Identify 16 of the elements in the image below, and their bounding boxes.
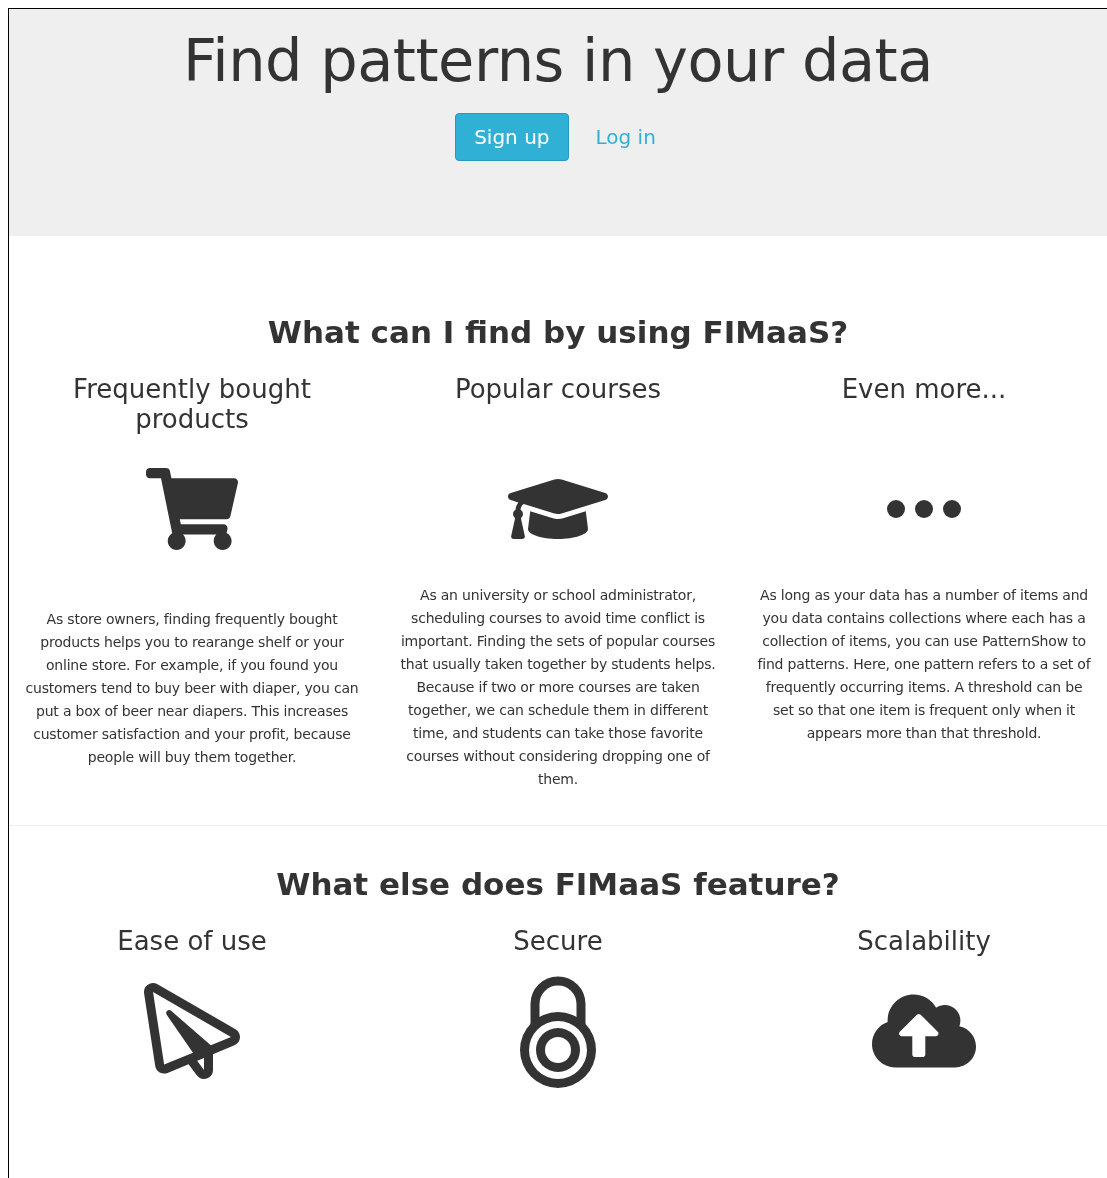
sign-up-button[interactable]: Sign up — [455, 113, 569, 161]
feature-title: Scalability — [857, 926, 991, 956]
paper-plane-icon — [144, 983, 240, 1079]
feature-title: Frequently bought products — [72, 374, 312, 434]
feature-title: Ease of use — [117, 926, 267, 956]
feature-description: As long as your data has a number of items and you data contains collections where each has a collection of items, you can use PatternShow to find patterns. Here, one pattern refers to a set of frequently occurring items. A threshold can be set so that one item is frequent only when it appears more than that threshold. — [757, 586, 1091, 743]
feature-title: Popular courses — [454, 374, 662, 406]
log-in-link[interactable]: Log in — [590, 113, 661, 161]
hero-title: Find patterns in your data — [183, 25, 933, 97]
feature-description: As store owners, finding frequently bought products helps you to rearange shelf or your online store. For example, if you found you customers tend to buy beer with diaper, you can put a box of beer near diapers. This increases customer satisfaction and your profit, because people will buy them together. — [25, 610, 359, 767]
section-heading: What can I find by using FIMaaS? — [267, 314, 849, 350]
section-heading: What else does FIMaaS feature? — [276, 866, 840, 902]
feature-title: Even more... — [841, 374, 1007, 406]
dots-icon — [886, 499, 962, 519]
feature-title: Secure — [513, 926, 603, 956]
feature-description: As an university or school administrator, scheduling courses to avoid time conflict is important. Finding the sets of popular courses that usually taken together by students helps. Because if two or more courses are taken together, we can schedule them in different time, and students can take those favorite courses without considering dropping one of them. — [399, 586, 717, 789]
